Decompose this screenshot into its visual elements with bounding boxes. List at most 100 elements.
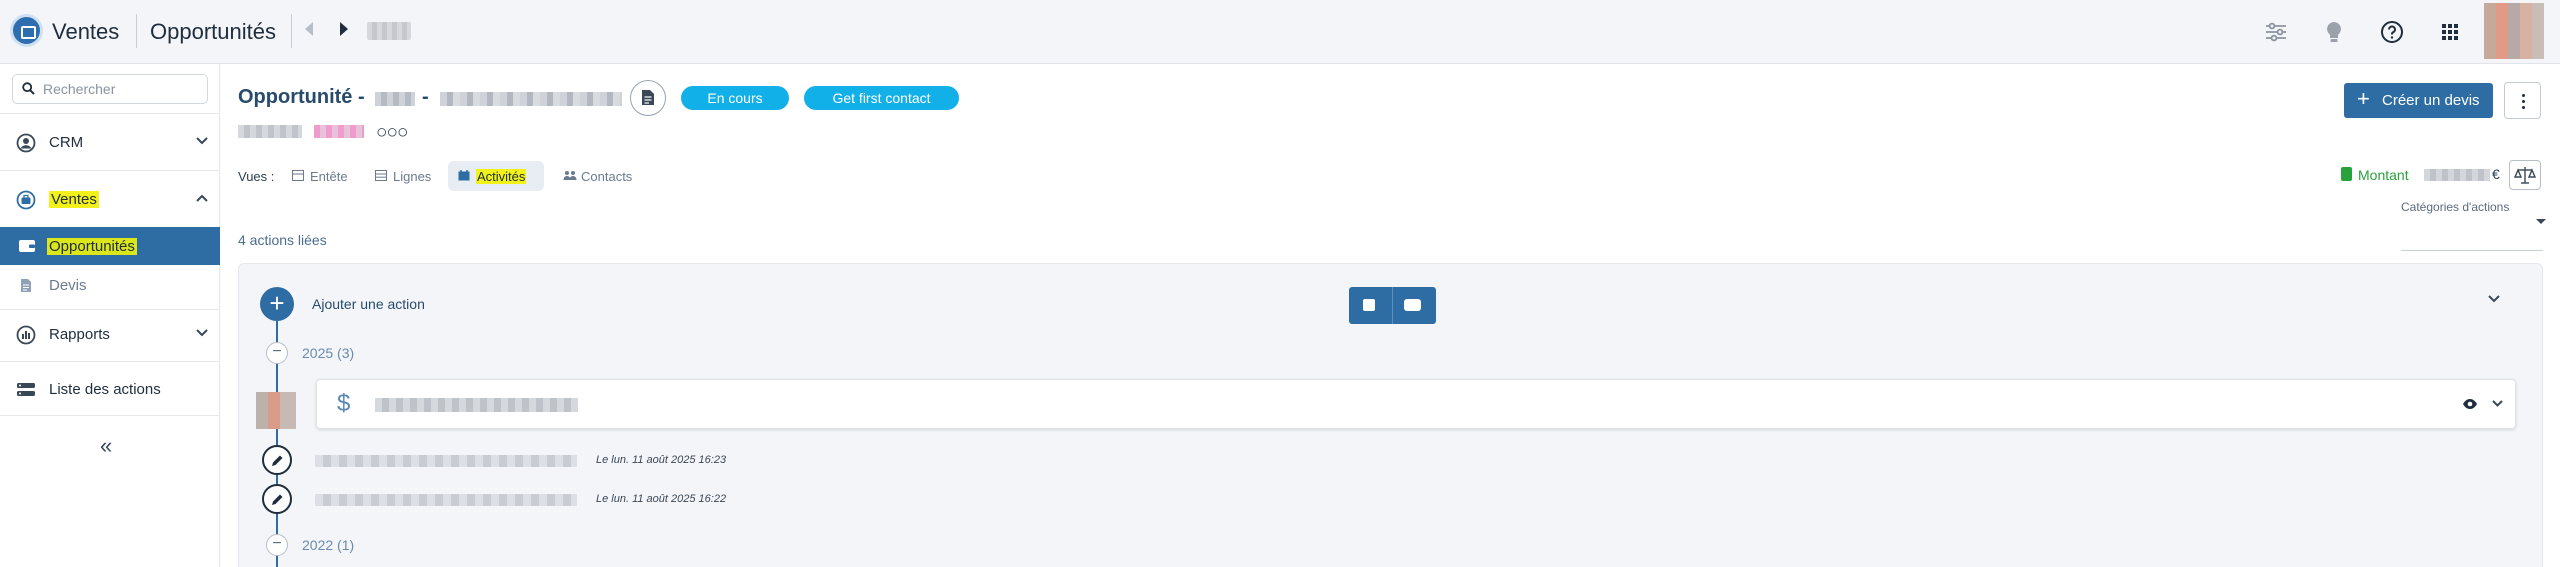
- actions-count: 4 actions liées: [238, 232, 327, 248]
- kebab-dot: [2522, 94, 2525, 97]
- sidebar: CRM Ventes Opportunités Devis Rapports L…: [0, 64, 220, 567]
- tab-label: Entête: [310, 169, 348, 184]
- edit-history-icon: [262, 445, 292, 475]
- calendar-icon: [458, 170, 470, 181]
- sidebar-item-label: Devis: [49, 277, 87, 294]
- chevron-down-icon: [196, 137, 208, 145]
- search-box[interactable]: [12, 74, 208, 104]
- divider: [0, 361, 220, 362]
- stage-badge: Get first contact: [804, 86, 959, 110]
- tab-activites[interactable]: Activités: [448, 161, 544, 191]
- sidebar-item-ventes[interactable]: Ventes: [0, 177, 220, 221]
- activity-title-redacted: [375, 398, 578, 412]
- header-icon: [292, 170, 304, 181]
- help-icon[interactable]: [2379, 19, 2405, 45]
- sidebar-item-label: Opportunités: [47, 238, 137, 255]
- eye-icon[interactable]: [2462, 398, 2478, 410]
- section-title[interactable]: Opportunités: [150, 19, 276, 45]
- tab-contacts[interactable]: Contacts: [553, 161, 639, 191]
- calendar-add-icon[interactable]: [1363, 299, 1375, 311]
- categories-label: Catégories d'actions: [2401, 200, 2510, 214]
- record-title: Opportunité -: [238, 86, 365, 108]
- montant-currency: €: [2492, 166, 2500, 182]
- lightbulb-icon[interactable]: [2321, 19, 2347, 45]
- rating[interactable]: ○○○: [376, 122, 408, 144]
- add-action-button[interactable]: +: [260, 287, 294, 321]
- tab-lignes[interactable]: Lignes: [365, 161, 441, 191]
- divider: [136, 14, 137, 48]
- sidebar-item-label: Ventes: [49, 191, 99, 208]
- sidebar-item-rapports[interactable]: Rapports: [0, 312, 220, 356]
- balance-button[interactable]: [2509, 160, 2541, 190]
- app-logo-icon[interactable]: [10, 14, 43, 47]
- create-quote-label: Créer un devis: [2382, 92, 2480, 109]
- history-text-redacted: [315, 494, 577, 506]
- views-label: Vues :: [238, 169, 275, 184]
- collapse-year-button[interactable]: −: [266, 534, 288, 556]
- sidebar-item-liste-actions[interactable]: Liste des actions: [0, 367, 220, 411]
- settings-sliders-icon[interactable]: [2263, 19, 2289, 45]
- next-record-icon[interactable]: [340, 22, 348, 36]
- list-icon: [17, 383, 35, 396]
- avatar: [256, 392, 296, 429]
- dollar-icon: $: [337, 390, 351, 417]
- more-options-button[interactable]: [2504, 82, 2541, 119]
- app-name[interactable]: Ventes: [52, 19, 119, 45]
- tab-label: Activités: [476, 169, 527, 184]
- tab-entete[interactable]: Entête: [282, 161, 358, 191]
- activity-card[interactable]: $: [316, 379, 2516, 429]
- history-date: Le lun. 11 août 2025 16:23: [596, 454, 727, 466]
- montant-label: Montant: [2358, 167, 2409, 183]
- briefcase-circle-icon: [16, 190, 36, 210]
- sidebar-item-devis[interactable]: Devis: [0, 267, 220, 303]
- table-icon: [375, 170, 387, 181]
- record-subtitle-redacted: [314, 125, 364, 138]
- search-icon: [22, 82, 35, 95]
- task-add-icon[interactable]: [1404, 299, 1421, 311]
- divider: [0, 170, 220, 171]
- divider: [291, 14, 292, 48]
- document-button[interactable]: [630, 80, 666, 116]
- categories-dropdown-icon[interactable]: [2536, 219, 2546, 224]
- activity-panel: + Ajouter une action − 2025 (3) $ Le lun…: [238, 263, 2543, 567]
- document-icon: [21, 279, 31, 292]
- kebab-dot: [2522, 100, 2525, 103]
- record-title-redacted: [375, 92, 415, 106]
- categories-select[interactable]: [2401, 250, 2543, 251]
- user-avatar[interactable]: [2484, 3, 2544, 59]
- record-title-separator: -: [422, 86, 429, 108]
- sidebar-item-crm[interactable]: CRM: [0, 120, 220, 164]
- tab-label: Lignes: [393, 169, 432, 184]
- apps-grid-icon[interactable]: [2437, 19, 2463, 45]
- users-icon: [563, 171, 577, 180]
- main-content: Opportunité - - En cours Get first conta…: [221, 64, 2560, 567]
- collapse-sidebar-button[interactable]: «: [100, 433, 112, 459]
- search-input[interactable]: [43, 79, 203, 99]
- divider: [0, 113, 220, 114]
- year-group-label: 2025 (3): [302, 345, 355, 361]
- chevron-down-icon[interactable]: [2491, 399, 2504, 408]
- user-circle-icon: [16, 133, 36, 153]
- add-action-label[interactable]: Ajouter une action: [312, 296, 425, 312]
- chart-icon: [16, 325, 36, 345]
- chevron-down-icon: [196, 329, 208, 337]
- chevron-down-icon[interactable]: [2487, 294, 2501, 304]
- record-navigation-redacted: [367, 22, 411, 40]
- divider: [0, 309, 220, 310]
- previous-record-icon[interactable]: [305, 22, 313, 36]
- status-badge: En cours: [681, 86, 789, 110]
- document-icon: [642, 90, 654, 105]
- plus-icon: +: [2357, 86, 2370, 111]
- tab-label: Contacts: [581, 169, 633, 184]
- wallet-icon: [19, 240, 35, 252]
- history-date: Le lun. 11 août 2025 16:22: [596, 493, 727, 505]
- sidebar-item-opportunites[interactable]: Opportunités: [0, 227, 220, 265]
- sidebar-item-label: Rapports: [49, 326, 110, 343]
- top-bar: Ventes Opportunités: [0, 0, 2560, 64]
- history-text-redacted: [315, 455, 577, 467]
- money-icon: [2341, 167, 2352, 181]
- divider: [0, 415, 220, 416]
- create-quote-button[interactable]: + Créer un devis: [2344, 83, 2493, 118]
- collapse-year-button[interactable]: −: [266, 342, 288, 364]
- action-type-buttons: [1349, 287, 1436, 324]
